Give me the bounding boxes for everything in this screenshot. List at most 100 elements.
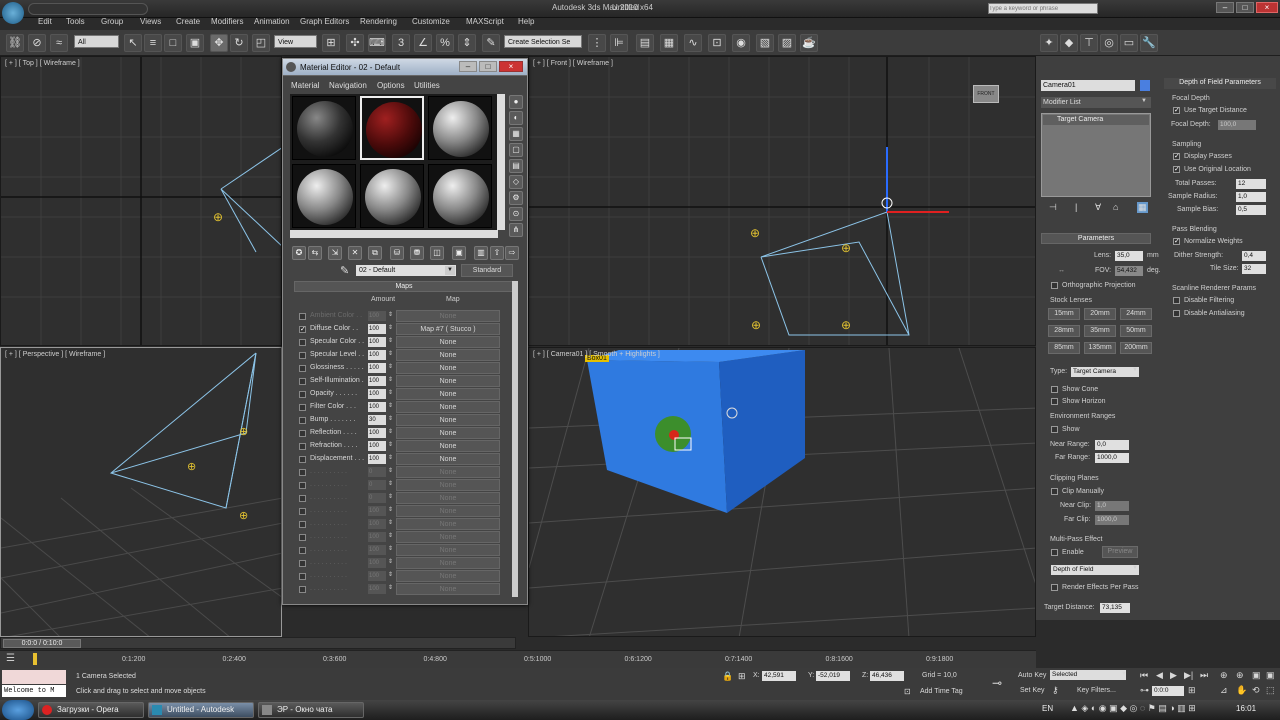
map-amount-field[interactable]: 100 bbox=[368, 454, 386, 464]
menu-customize[interactable]: Customize bbox=[412, 17, 450, 26]
map-amount-field[interactable]: 100 bbox=[368, 350, 386, 360]
rotate-icon[interactable]: ↻ bbox=[230, 34, 248, 52]
show-cone-checkbox[interactable] bbox=[1051, 386, 1058, 393]
map-enable-checkbox[interactable] bbox=[299, 573, 306, 580]
taskbar-opera[interactable]: Загрузки - Opera bbox=[38, 702, 144, 718]
map-slot-button[interactable]: None bbox=[396, 557, 500, 569]
map-enable-checkbox[interactable] bbox=[299, 404, 306, 411]
effect-dropdown[interactable]: Depth of Field bbox=[1051, 565, 1139, 575]
previous-frame-icon[interactable]: ◀ bbox=[1156, 670, 1163, 681]
material-id-icon[interactable]: ◫ bbox=[430, 246, 444, 260]
map-enable-checkbox[interactable] bbox=[299, 586, 306, 593]
map-amount-field[interactable]: 100 bbox=[368, 441, 386, 451]
backlight-icon[interactable]: ◐ bbox=[509, 111, 523, 125]
scale-icon[interactable]: ◰ bbox=[252, 34, 270, 52]
map-slot-button[interactable]: None bbox=[396, 375, 500, 387]
use-original-checkbox[interactable]: ✓ bbox=[1173, 166, 1180, 173]
map-amount-spinner-icon[interactable]: ⇕ bbox=[388, 311, 393, 318]
near-range-field[interactable]: 0,0 bbox=[1095, 440, 1129, 450]
bind-space-warp-icon[interactable]: ≈ bbox=[50, 34, 68, 52]
map-amount-field[interactable]: 100 bbox=[368, 584, 386, 594]
map-enable-checkbox[interactable] bbox=[299, 482, 306, 489]
map-slot-button[interactable]: None bbox=[396, 349, 500, 361]
material-navigator-icon[interactable]: ⋔ bbox=[509, 223, 523, 237]
spinner-snap-icon[interactable]: ⇕ bbox=[458, 34, 476, 52]
menu-rendering[interactable]: Rendering bbox=[360, 17, 397, 26]
material-name-dropdown[interactable]: ▼ bbox=[445, 266, 455, 275]
mat-menu-navigation[interactable]: Navigation bbox=[329, 81, 367, 90]
map-amount-field[interactable]: 100 bbox=[368, 571, 386, 581]
map-amount-spinner-icon[interactable]: ⇕ bbox=[388, 558, 393, 565]
map-slot-button[interactable]: None bbox=[396, 505, 500, 517]
map-slot-button[interactable]: None bbox=[396, 492, 500, 504]
map-enable-checkbox[interactable] bbox=[299, 378, 306, 385]
percent-snap-icon[interactable]: % bbox=[436, 34, 454, 52]
link-icon[interactable]: ⛓ bbox=[6, 34, 24, 52]
pivot-center-icon[interactable]: ⊞ bbox=[322, 34, 340, 52]
display-tab-icon[interactable]: ▭ bbox=[1120, 34, 1138, 52]
map-amount-spinner-icon[interactable]: ⇕ bbox=[388, 402, 393, 409]
key-mode-icon[interactable]: ⊸ bbox=[992, 676, 1002, 690]
named-selection-dropdown[interactable]: Create Selection Se bbox=[504, 35, 582, 48]
menu-views[interactable]: Views bbox=[140, 17, 161, 26]
map-amount-spinner-icon[interactable]: ⇕ bbox=[388, 545, 393, 552]
window-crossing-icon[interactable]: ▣ bbox=[186, 34, 204, 52]
use-target-checkbox[interactable]: ✓ bbox=[1173, 107, 1180, 114]
mat-menu-options[interactable]: Options bbox=[377, 81, 405, 90]
lens-field[interactable]: 35,0 bbox=[1115, 251, 1143, 261]
map-enable-checkbox[interactable] bbox=[299, 430, 306, 437]
tile-size-field[interactable]: 32 bbox=[1242, 264, 1266, 274]
lock-selection-icon[interactable]: 🔒 bbox=[722, 671, 733, 682]
orbit-icon[interactable]: ⟲ bbox=[1252, 685, 1260, 696]
material-editor-minimize[interactable]: – bbox=[459, 61, 477, 72]
edit-named-sel-icon[interactable]: ✎ bbox=[482, 34, 500, 52]
map-amount-field[interactable]: 0 bbox=[368, 493, 386, 503]
make-preview-icon[interactable]: ◇ bbox=[509, 175, 523, 189]
maps-scrollbar[interactable] bbox=[512, 281, 518, 597]
sample-slots-scrollbar[interactable] bbox=[497, 94, 505, 230]
mat-menu-utilities[interactable]: Utilities bbox=[414, 81, 440, 90]
focal-depth-field[interactable]: 100,0 bbox=[1218, 120, 1256, 130]
minimize-button[interactable]: – bbox=[1216, 2, 1234, 13]
map-amount-spinner-icon[interactable]: ⇕ bbox=[388, 428, 393, 435]
time-slider[interactable]: 0:0:0 / 0:10:0 bbox=[0, 637, 516, 649]
menu-graph-editors[interactable]: Graph Editors bbox=[300, 17, 349, 26]
map-slot-button[interactable]: None bbox=[396, 479, 500, 491]
clock[interactable]: 16:01 bbox=[1236, 704, 1256, 713]
remove-modifier-icon[interactable]: ⌂ bbox=[1113, 202, 1118, 212]
viewport-top-label[interactable]: [ + ] [ Top ] [ Wireframe ] bbox=[5, 60, 80, 67]
rendered-frame-icon[interactable]: ▨ bbox=[778, 34, 796, 52]
env-show-checkbox[interactable] bbox=[1051, 426, 1058, 433]
map-amount-field[interactable]: 100 bbox=[368, 389, 386, 399]
select-object-icon[interactable]: ↖ bbox=[124, 34, 142, 52]
hierarchy-tab-icon[interactable]: ⊤ bbox=[1080, 34, 1098, 52]
viewport-perspective[interactable]: ⊕ ⊕ ⊕ [ + ] [ Perspective ] [ Wireframe … bbox=[0, 347, 282, 637]
material-editor-close[interactable]: × bbox=[499, 61, 523, 72]
key-filters-button[interactable]: Key Filters... bbox=[1077, 687, 1116, 694]
selected-set-dropdown[interactable]: Selected bbox=[1050, 670, 1126, 680]
go-to-start-icon[interactable]: ⏮ bbox=[1140, 670, 1148, 681]
select-by-name-icon[interactable]: ≡ bbox=[144, 34, 162, 52]
map-amount-spinner-icon[interactable]: ⇕ bbox=[388, 363, 393, 370]
stock-lens-button[interactable]: 200mm bbox=[1120, 342, 1152, 354]
map-enable-checkbox[interactable] bbox=[299, 313, 306, 320]
make-copy-icon[interactable]: ⧉ bbox=[368, 246, 382, 260]
current-frame-field[interactable]: 0:0:0 bbox=[1152, 686, 1184, 696]
modify-tab-icon[interactable]: ◆ bbox=[1060, 34, 1078, 52]
stock-lens-button[interactable]: 135mm bbox=[1084, 342, 1116, 354]
menu-tools[interactable]: Tools bbox=[66, 17, 85, 26]
maximize-button[interactable]: □ bbox=[1236, 2, 1254, 13]
map-amount-spinner-icon[interactable]: ⇕ bbox=[388, 337, 393, 344]
clip-manually-checkbox[interactable] bbox=[1051, 488, 1058, 495]
sample-radius-field[interactable]: 1,0 bbox=[1236, 192, 1266, 202]
fov-direction-icon[interactable]: ↔ bbox=[1058, 267, 1065, 274]
viewport-camera[interactable]: Box01 [ + ] [ Camera01 ] [ Smooth + High… bbox=[528, 347, 1036, 637]
map-slot-button[interactable]: None bbox=[396, 518, 500, 530]
map-amount-spinner-icon[interactable]: ⇕ bbox=[388, 506, 393, 513]
maximize-viewport-icon[interactable]: ⬚ bbox=[1266, 685, 1275, 696]
get-material-icon[interactable]: ✪ bbox=[292, 246, 306, 260]
camera-type-chevron-icon[interactable]: ▼ bbox=[1132, 367, 1138, 373]
maxscript-listener[interactable] bbox=[2, 670, 66, 684]
options-icon[interactable]: ⚙ bbox=[509, 191, 523, 205]
show-horizon-checkbox[interactable] bbox=[1051, 398, 1058, 405]
